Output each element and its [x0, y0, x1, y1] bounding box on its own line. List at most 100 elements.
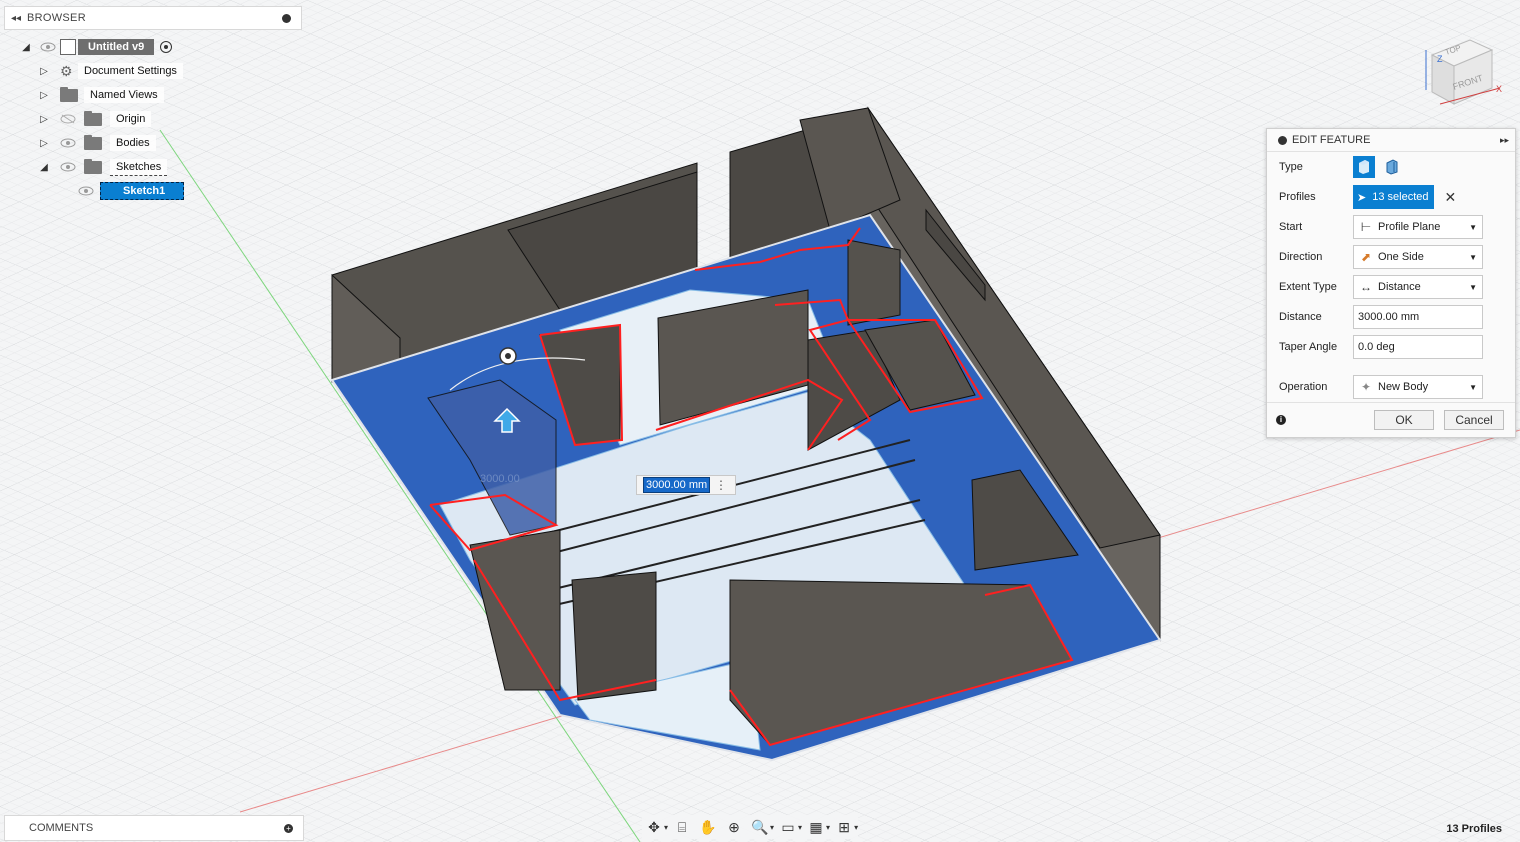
browser-title: BROWSER: [27, 12, 86, 24]
tree-item-sketch1[interactable]: Sketch1: [78, 181, 185, 201]
document-name: Untitled v9: [78, 39, 155, 55]
chevron-down-icon: ▼: [1469, 382, 1477, 392]
view-cube[interactable]: TOP FRONT Z X: [1420, 30, 1510, 110]
tree-item-origin[interactable]: ▷ Origin: [38, 109, 152, 129]
distance-dimension-input[interactable]: 3000.00 mm: [643, 477, 711, 493]
row-operation: Operation ✦ New Body ▼: [1267, 373, 1517, 401]
tree-item-document-settings[interactable]: ▷ ⚙ Document Settings: [38, 61, 183, 81]
row-profiles: Profiles ➤ 13 selected ✕: [1267, 183, 1517, 211]
cancel-button[interactable]: Cancel: [1444, 410, 1504, 430]
taper-angle-input[interactable]: 0.0 deg: [1353, 335, 1483, 359]
operation-value: New Body: [1378, 381, 1429, 393]
active-radio-icon[interactable]: [160, 41, 173, 53]
extrude-solid-icon[interactable]: [1353, 156, 1375, 178]
expand-triangle-icon[interactable]: ▷: [38, 85, 50, 105]
chevron-down-icon[interactable]: ▾: [854, 823, 858, 832]
more-options-icon[interactable]: ⋮: [715, 479, 727, 491]
chevron-down-icon[interactable]: ▾: [664, 823, 668, 832]
row-type: Type: [1267, 153, 1517, 181]
tree-item-named-views[interactable]: ▷ Named Views: [38, 85, 164, 105]
direction-dropdown[interactable]: ⬈ One Side ▼: [1353, 245, 1483, 269]
tree-item-label: Document Settings: [78, 63, 183, 79]
info-icon[interactable]: i: [1276, 415, 1286, 425]
chevron-down-icon[interactable]: ▾: [798, 823, 802, 832]
profiles-selection-count: 13 selected: [1372, 191, 1429, 203]
profiles-label: Profiles: [1279, 191, 1316, 203]
row-direction: Direction ⬈ One Side ▼: [1267, 243, 1517, 271]
navigation-toolbar: ✥ ▾ ⌸ ✋ ⊕ 🔍 ▾ ▭ ▾ ▦ ▾ ⊞ ▾: [642, 815, 859, 839]
chevron-down-icon: ▼: [1469, 282, 1477, 292]
ok-button[interactable]: OK: [1374, 410, 1434, 430]
profiles-status: 13 Profiles: [1446, 823, 1502, 835]
pan-hand-icon[interactable]: ✋: [696, 816, 720, 838]
clear-selection-icon[interactable]: ✕: [1444, 189, 1456, 206]
ghost-dimension-text: 3000.00: [480, 473, 520, 485]
panel-pin-icon[interactable]: [1278, 135, 1287, 145]
distance-dimension-box[interactable]: 3000.00 mm ⋮: [636, 475, 736, 495]
edit-feature-panel[interactable]: EDIT FEATURE ▸▸ Type Profiles ➤ 13 selec…: [1266, 128, 1516, 438]
expand-triangle-icon[interactable]: ▷: [38, 109, 50, 129]
expand-triangle-icon[interactable]: ▷: [38, 133, 50, 153]
browser-pin-icon[interactable]: [282, 13, 291, 23]
type-label: Type: [1279, 161, 1303, 173]
visibility-eye-icon[interactable]: [40, 42, 56, 52]
expand-triangle-icon[interactable]: ▷: [38, 61, 50, 81]
distance-label: Distance: [1279, 311, 1322, 323]
gear-icon: ⚙: [60, 62, 73, 79]
folder-icon: [84, 158, 102, 174]
distance-input[interactable]: 3000.00 mm: [1353, 305, 1483, 329]
collapse-icon[interactable]: ◂◂: [5, 13, 27, 24]
operation-dropdown[interactable]: ✦ New Body ▼: [1353, 375, 1483, 399]
add-comment-icon[interactable]: +: [284, 823, 293, 833]
folder-icon: [84, 110, 102, 126]
start-dropdown[interactable]: ⊢ Profile Plane ▼: [1353, 215, 1483, 239]
extrude-thin-icon[interactable]: [1381, 156, 1403, 178]
sketch1-label: Sketch1: [100, 182, 185, 200]
chevron-down-icon: ▼: [1469, 252, 1477, 262]
extent-type-dropdown[interactable]: ↔ Distance ▼: [1353, 275, 1483, 299]
tree-item-bodies[interactable]: ▷ Bodies: [38, 133, 156, 153]
zoom-icon[interactable]: ⊕: [722, 816, 746, 838]
browser-header[interactable]: ◂◂ BROWSER: [4, 6, 302, 30]
row-taper-angle: Taper Angle 0.0 deg: [1267, 333, 1517, 361]
chevron-down-icon[interactable]: ▾: [770, 823, 774, 832]
chevron-down-icon[interactable]: ▾: [826, 823, 830, 832]
tree-item-label: Bodies: [110, 135, 156, 151]
visibility-eye-icon[interactable]: [60, 162, 76, 172]
extent-type-value: Distance: [1378, 281, 1421, 293]
visibility-eye-icon[interactable]: [78, 186, 94, 196]
display-settings-icon[interactable]: ▭: [776, 816, 800, 838]
panel-footer: i OK Cancel: [1267, 402, 1515, 437]
start-value: Profile Plane: [1378, 221, 1441, 233]
visibility-eye-icon[interactable]: [60, 138, 76, 148]
look-at-icon[interactable]: ⌸: [670, 816, 694, 838]
expand-panel-icon[interactable]: ▸▸: [1500, 135, 1509, 146]
viewports-icon[interactable]: ⊞: [832, 816, 856, 838]
panel-header[interactable]: EDIT FEATURE ▸▸: [1267, 129, 1515, 152]
extent-type-label: Extent Type: [1279, 281, 1337, 293]
viewcube-z-label: Z: [1437, 54, 1443, 64]
direction-value: One Side: [1378, 251, 1424, 263]
profiles-selection-button[interactable]: ➤ 13 selected: [1353, 185, 1435, 209]
one-side-icon: ⬈: [1360, 250, 1372, 264]
tree-item-document[interactable]: ◢ Untitled v9: [20, 37, 173, 57]
cursor-arrow-icon: ➤: [1357, 191, 1367, 204]
hidden-eye-icon[interactable]: [60, 114, 76, 124]
tree-item-label: Origin: [110, 111, 152, 127]
folder-icon: [60, 86, 78, 102]
row-start: Start ⊢ Profile Plane ▼: [1267, 213, 1517, 241]
collapse-triangle-icon[interactable]: ◢: [38, 157, 50, 177]
orbit-icon[interactable]: ✥: [642, 816, 666, 838]
tree-item-sketches[interactable]: ◢ Sketches: [38, 157, 168, 177]
direction-label: Direction: [1279, 251, 1323, 263]
folder-icon: [84, 134, 102, 150]
comments-panel[interactable]: COMMENTS +: [4, 815, 304, 841]
collapse-triangle-icon[interactable]: ◢: [20, 37, 32, 57]
row-extent-type: Extent Type ↔ Distance ▼: [1267, 273, 1517, 301]
fit-icon[interactable]: 🔍: [748, 816, 772, 838]
profile-plane-icon: ⊢: [1360, 220, 1372, 234]
taper-angle-label: Taper Angle: [1279, 341, 1338, 353]
tree-item-label: Sketches: [110, 158, 168, 176]
grid-icon[interactable]: ▦: [804, 816, 828, 838]
new-body-icon: ✦: [1360, 380, 1372, 394]
